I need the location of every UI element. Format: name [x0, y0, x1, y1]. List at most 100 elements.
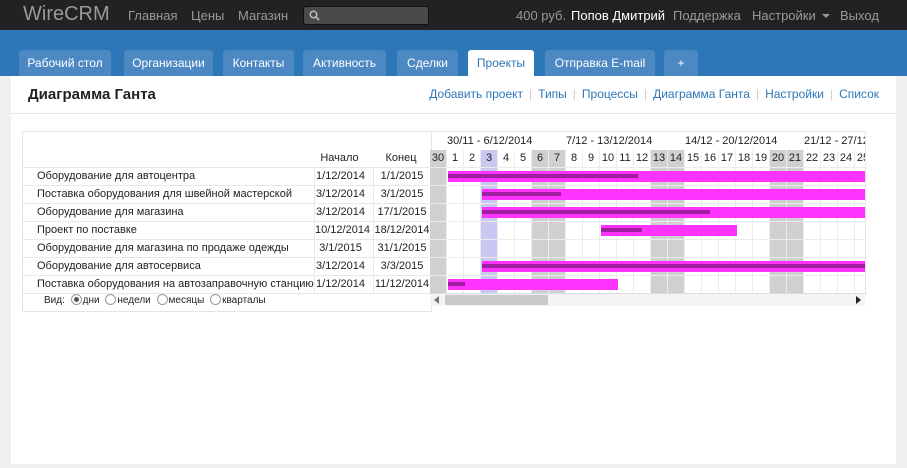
tab-desktop[interactable]: Рабочий стол — [19, 50, 111, 76]
day-label: 14 — [668, 150, 685, 167]
gantt-progress — [482, 264, 865, 268]
day-label: 7 — [549, 150, 566, 167]
settings-label: Настройки — [752, 8, 816, 23]
gantt-progress — [448, 282, 465, 286]
week-label: 14/12 - 20/12/2014 — [685, 135, 778, 147]
day-label: 3 — [481, 150, 498, 167]
task-start: 3/12/2014 — [314, 203, 366, 221]
day-label: 20 — [770, 150, 787, 167]
end-header: Конец — [385, 152, 417, 164]
day-label: 10 — [600, 150, 617, 167]
day-label: 8 — [566, 150, 583, 167]
settings-link[interactable]: Настройки — [765, 87, 824, 101]
day-label: 4 — [498, 150, 515, 167]
nav-home[interactable]: Главная — [128, 8, 177, 23]
gantt-progress — [448, 174, 638, 178]
search-input[interactable] — [303, 6, 429, 25]
task-end: 31/1/2015 — [373, 239, 430, 257]
view-months-label: месяцы — [168, 295, 205, 306]
page-links: Добавить проект | Типы | Процессы | Диаграмма … — [429, 87, 879, 101]
gantt-progress — [601, 228, 642, 232]
support-link[interactable]: Поддержка — [673, 8, 741, 23]
gantt-progress — [482, 210, 710, 214]
day-label: 23 — [821, 150, 838, 167]
nav-store[interactable]: Магазин — [238, 8, 288, 23]
gantt-bar[interactable] — [448, 279, 618, 290]
tab-activity[interactable]: Активность — [303, 50, 386, 76]
view-months-radio[interactable] — [156, 294, 168, 305]
gantt-link[interactable]: Диаграмма Ганта — [653, 87, 750, 101]
top-navbar: WireCRM Главная Цены Магазин 400 руб. По… — [0, 0, 907, 30]
task-name: Поставка оборудования на автозаправочную… — [37, 278, 314, 290]
add-tab-button[interactable]: + — [664, 50, 698, 76]
processes-link[interactable]: Процессы — [582, 87, 638, 101]
tab-contacts[interactable]: Контакты — [223, 50, 294, 76]
timeline-scrollbar[interactable] — [430, 293, 865, 306]
view-label: Вид: — [44, 295, 65, 306]
view-weeks-label: недели — [117, 295, 151, 306]
scrollbar-thumb[interactable] — [445, 295, 548, 305]
view-quarters-radio[interactable] — [210, 294, 222, 305]
gantt-header-row: Начало Конец — [23, 149, 431, 168]
day-label: 24 — [838, 150, 855, 167]
list-link[interactable]: Список — [839, 87, 879, 101]
tab-organizations[interactable]: Организации — [124, 50, 213, 76]
day-label: 13 — [651, 150, 668, 167]
tab-email[interactable]: Отправка E-mail — [545, 50, 655, 76]
user-name[interactable]: Попов Дмитрий — [571, 8, 665, 23]
settings-menu[interactable]: Настройки — [752, 8, 830, 23]
chevron-down-icon — [821, 14, 830, 18]
table-row[interactable]: Оборудование для магазина по продаже оде… — [23, 239, 431, 258]
tab-projects[interactable]: Проекты — [468, 50, 534, 76]
task-end: 17/1/2015 — [373, 203, 430, 221]
gantt-timeline: 30/11 - 6/12/2014 7/12 - 13/12/2014 14/12 … — [430, 131, 866, 295]
day-label: 15 — [685, 150, 702, 167]
scroll-left-icon[interactable] — [434, 296, 439, 304]
task-end: 3/3/2015 — [373, 257, 430, 275]
page-title: Диаграмма Ганта — [28, 86, 156, 103]
view-quarters-label: кварталы — [222, 295, 266, 306]
day-label: 18 — [736, 150, 753, 167]
table-row[interactable]: Проект по поставке 10/12/2014 18/12/2014 — [23, 221, 431, 240]
tab-deals[interactable]: Сделки — [397, 50, 458, 76]
day-label: 22 — [804, 150, 821, 167]
view-weeks-radio[interactable] — [105, 294, 117, 305]
day-label: 9 — [583, 150, 600, 167]
week-label: 7/12 - 13/12/2014 — [566, 135, 653, 147]
gantt-progress — [482, 192, 561, 196]
week-label: 21/12 - 27/12/2014 — [804, 135, 865, 147]
task-start: 3/1/2015 — [314, 239, 366, 257]
table-row[interactable]: Оборудование для магазина 3/12/2014 17/1/2… — [23, 203, 431, 222]
task-start: 3/12/2014 — [314, 185, 366, 203]
panel-header: Диаграмма Ганта Добавить проект | Типы | Про… — [11, 76, 896, 114]
task-name: Проект по поставке — [37, 224, 137, 236]
table-row[interactable]: Оборудование для автосервиса 3/12/2014 3/3… — [23, 257, 431, 276]
scroll-right-icon[interactable] — [856, 296, 861, 304]
day-label: 5 — [515, 150, 532, 167]
brand-logo[interactable]: WireCRM — [23, 3, 110, 26]
day-label: 11 — [617, 150, 634, 167]
day-label: 12 — [634, 150, 651, 167]
logout-link[interactable]: Выход — [840, 8, 879, 23]
table-row[interactable]: Поставка оборудования на автозаправочную… — [23, 275, 431, 294]
balance-label: 400 руб. — [516, 8, 567, 23]
day-label: 2 — [464, 150, 481, 167]
task-name: Поставка оборудования для швейной мастер… — [37, 188, 292, 200]
table-row[interactable]: Поставка оборудования для швейной мастер… — [23, 185, 431, 204]
view-days-radio[interactable] — [70, 294, 82, 305]
table-row[interactable]: Оборудование для автоцентра 1/12/2014 1/1/… — [23, 167, 431, 186]
task-start: 10/12/2014 — [314, 221, 370, 239]
types-link[interactable]: Типы — [538, 87, 567, 101]
task-name: Оборудование для автосервиса — [37, 260, 201, 272]
task-start: 1/12/2014 — [314, 167, 366, 185]
view-selector: Вид: дни недели месяцы кварталы — [22, 294, 266, 306]
nav-prices[interactable]: Цены — [191, 8, 224, 23]
view-days-label: дни — [82, 295, 100, 306]
add-project-link[interactable]: Добавить проект — [429, 87, 523, 101]
day-label: 21 — [787, 150, 804, 167]
gantt-task-table: Начало Конец Оборудование для автоцентра… — [22, 131, 432, 312]
day-label: 1 — [447, 150, 464, 167]
task-end: 11/12/2014 — [373, 275, 430, 293]
task-start: 1/12/2014 — [314, 275, 366, 293]
task-end: 1/1/2015 — [373, 167, 430, 185]
